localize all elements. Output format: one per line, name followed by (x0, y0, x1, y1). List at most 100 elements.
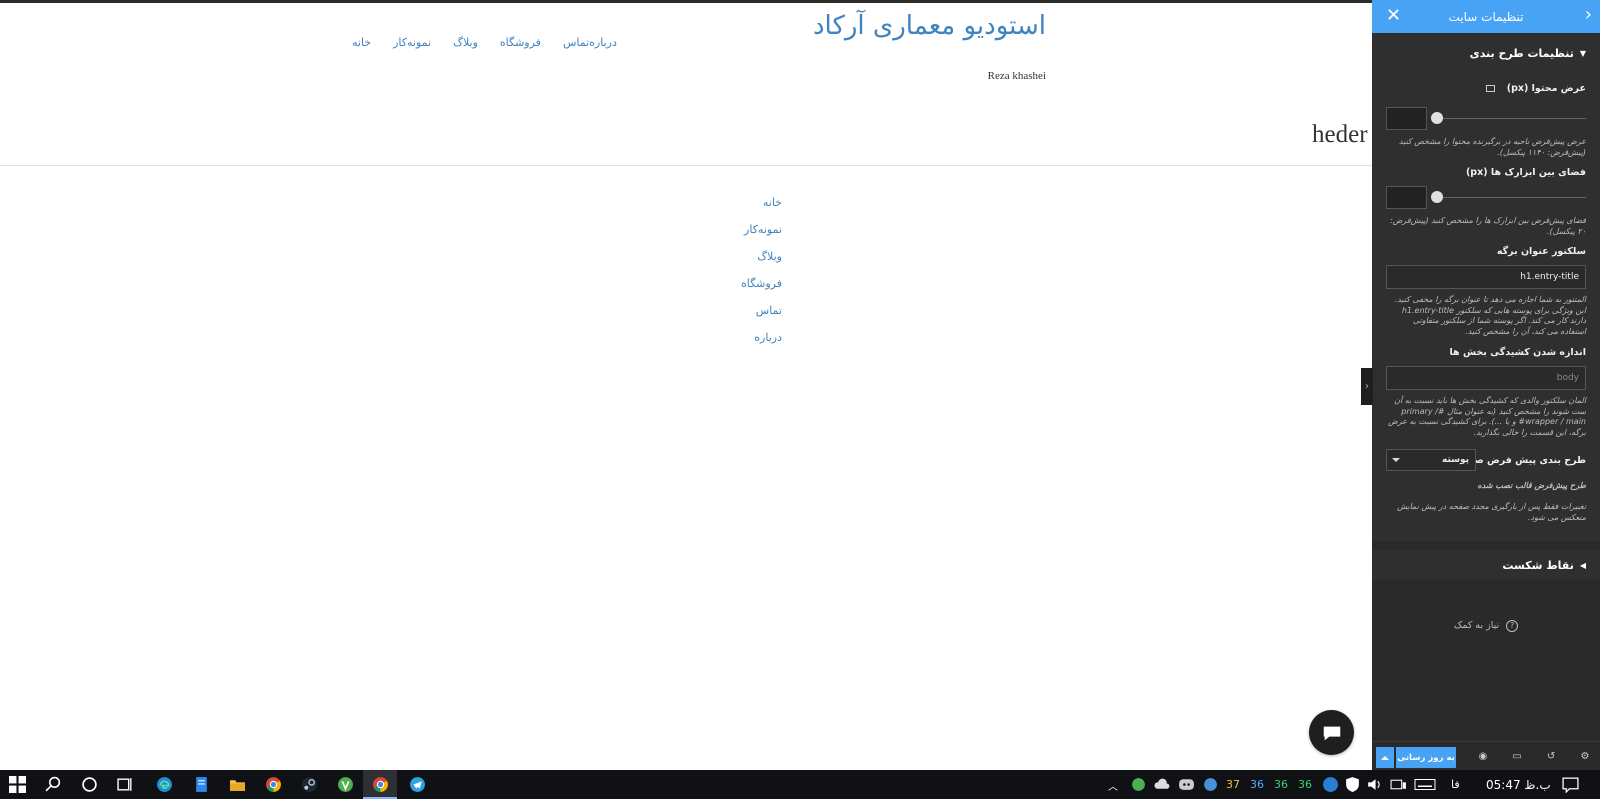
menu-item-blog[interactable]: وبلاگ (640, 243, 782, 270)
back-arrow-icon[interactable]: ‹ (1585, 5, 1592, 25)
discord-icon[interactable] (1178, 776, 1195, 793)
windows-start-icon[interactable] (9, 776, 26, 793)
reload-note: تغییرات فقط پس از بارگیری مجدد صفحه در پ… (1397, 502, 1586, 522)
tray-app-icon[interactable] (1202, 776, 1219, 793)
tray-overflow-chevron-icon[interactable]: ︿ (1108, 778, 1118, 793)
document-app-icon[interactable] (193, 776, 210, 793)
panel-title: تنظیمات سایت (1448, 9, 1524, 24)
page-title-selector-description: المنتور به شما اجازه می دهد تا عنوان برگ… (1394, 295, 1586, 336)
edge-browser-icon[interactable] (156, 776, 173, 793)
default-layout-selected: پوسته (1441, 455, 1469, 465)
history-icon[interactable]: ↺ (1542, 747, 1560, 766)
desktop-device-icon[interactable] (1486, 85, 1496, 92)
keyboard-icon[interactable] (1414, 776, 1436, 793)
chrome-icon[interactable] (265, 776, 282, 793)
stretched-section-input[interactable]: body (1386, 366, 1586, 390)
question-icon: ? (1506, 620, 1519, 632)
responsive-mode-icon[interactable]: ▭ (1508, 747, 1526, 766)
vpn-app-icon[interactable] (337, 776, 354, 793)
chat-icon (1323, 726, 1340, 740)
onedrive-cloud-icon[interactable] (1154, 776, 1171, 793)
content-width-label-text: عرض محتوا (px) (1506, 83, 1586, 94)
tray-temp-3: 36 (1274, 778, 1288, 791)
panel-collapse-toggle[interactable]: › (1361, 368, 1373, 405)
publish-options-button[interactable] (1376, 747, 1394, 768)
default-layout-row: طرح بندی پیش فرض صفحه پوسته (1386, 449, 1586, 471)
help-link[interactable]: ? نیاز به کمک (1372, 620, 1600, 632)
menu-item-portfolio[interactable]: نمونه‌کار (640, 216, 782, 243)
caret-up-icon (1381, 755, 1389, 760)
layout-section-title: تنظیمات طرح بندی (1469, 46, 1574, 60)
task-view-icon[interactable] (117, 776, 134, 793)
preview-eye-icon[interactable]: ◉ (1474, 747, 1492, 766)
bluetooth-icon[interactable] (1322, 776, 1339, 793)
theme-default-note: طرح پیش‌فرض قالب نصب شده (1477, 481, 1586, 490)
steam-icon[interactable] (301, 776, 318, 793)
nav-item-about[interactable]: درباره (589, 36, 617, 49)
widget-spacing-label: فضای بین ابزارک ها (px) (1465, 167, 1586, 178)
panel-footer: ⚙ ↺ ▭ ◉ به روز رسانی (1372, 741, 1600, 770)
nav-item-contact[interactable]: تماس (563, 36, 589, 49)
primary-nav: خانه نمونه‌کار وبلاگ فروشگاه تماس درباره (330, 36, 617, 49)
site-preview: استودیو معماری آرکاد Reza khashei خانه ن… (0, 3, 1372, 770)
content-width-description: عرض پیش‌فرض ناحیه در برگیرنده محتوا را م… (1398, 137, 1586, 157)
page-title-selector-input[interactable]: h1.entry-title (1386, 265, 1586, 289)
chrome-active-icon[interactable] (372, 776, 389, 793)
nav-item-shop[interactable]: فروشگاه (500, 36, 541, 49)
site-settings-panel: تنظیمات سایت ‹ ✕ ▼ تنظیمات طرح بندی عرض … (1372, 0, 1600, 770)
close-icon[interactable]: ✕ (1386, 6, 1401, 26)
tray-temp-2: 36 (1250, 778, 1264, 791)
widget-spacing-handle[interactable] (1431, 191, 1443, 203)
panel-header: تنظیمات سایت ‹ ✕ (1372, 0, 1600, 33)
site-title[interactable]: استودیو معماری آرکاد (806, 11, 1046, 41)
content-width-handle[interactable] (1431, 112, 1443, 124)
default-layout-select[interactable]: پوسته (1386, 449, 1476, 471)
widget-spacing-control (1386, 186, 1586, 209)
breakpoints-section[interactable]: ◀ نقاط شکست (1372, 550, 1600, 580)
stretched-section-label: اندازه شدن کشیدگی بخش ها (1449, 347, 1586, 358)
header-divider (0, 165, 1372, 166)
chat-button[interactable] (1309, 710, 1354, 755)
caret-down-icon: ▼ (1579, 48, 1586, 58)
cortana-icon[interactable] (81, 776, 98, 793)
help-label: نیاز به کمک (1453, 620, 1500, 631)
layout-settings-section: ▼ تنظیمات طرح بندی عرض محتوا (px) عرض پی… (1372, 33, 1600, 541)
menu-item-about[interactable]: درباره (640, 324, 782, 351)
search-icon[interactable] (45, 776, 62, 793)
security-shield-icon[interactable] (1344, 776, 1361, 793)
content-width-track[interactable] (1437, 118, 1586, 119)
widget-spacing-input[interactable] (1386, 186, 1427, 209)
settings-gear-icon[interactable]: ⚙ (1576, 747, 1594, 766)
site-tagline: Reza khashei (987, 70, 1046, 82)
layout-section-toggle[interactable]: ▼ تنظیمات طرح بندی (1372, 33, 1600, 73)
file-explorer-icon[interactable] (229, 776, 246, 793)
windows-taskbar: ︿ 37 36 36 36 فا 05:47 ب.ظ (0, 770, 1600, 799)
menu-item-home[interactable]: خانه (640, 189, 782, 216)
tray-temp-4: 36 (1298, 778, 1312, 791)
menu-item-shop[interactable]: فروشگاه (640, 270, 782, 297)
menu-item-contact[interactable]: تماس (640, 297, 782, 324)
volume-icon[interactable] (1366, 776, 1383, 793)
nav-item-portfolio[interactable]: نمونه‌کار (393, 36, 431, 49)
telegram-icon[interactable] (409, 776, 426, 793)
nav-item-blog[interactable]: وبلاگ (453, 36, 478, 49)
action-center-icon[interactable] (1562, 776, 1579, 793)
page-title-selector-label: سلکتور عنوان برگه (1496, 246, 1586, 257)
nav-item-home[interactable]: خانه (352, 36, 371, 49)
tray-temp-1: 37 (1226, 778, 1240, 791)
content-width-input[interactable] (1386, 107, 1427, 130)
widget-spacing-description: فضای پیش‌فرض بین ابزارک ها را مشخص کنید … (1390, 216, 1586, 236)
caret-left-icon: ◀ (1579, 560, 1586, 570)
system-clock[interactable]: 05:47 ب.ظ (1486, 778, 1551, 792)
widget-spacing-track[interactable] (1437, 197, 1586, 198)
tray-vpn-icon[interactable] (1130, 776, 1147, 793)
network-icon[interactable] (1390, 776, 1407, 793)
stretched-section-description: المان سلکتور والدی که کشیدگی بخش ها باید… (1388, 396, 1586, 437)
update-button[interactable]: به روز رسانی (1396, 747, 1456, 768)
breakpoints-title: نقاط شکست (1502, 558, 1574, 572)
page-heading: heder (1312, 121, 1368, 148)
breakpoints-section-toggle[interactable]: ◀ نقاط شکست (1372, 550, 1600, 580)
input-language[interactable]: فا (1451, 778, 1460, 791)
content-width-control (1386, 107, 1586, 130)
content-width-label: عرض محتوا (px) (1486, 83, 1586, 94)
